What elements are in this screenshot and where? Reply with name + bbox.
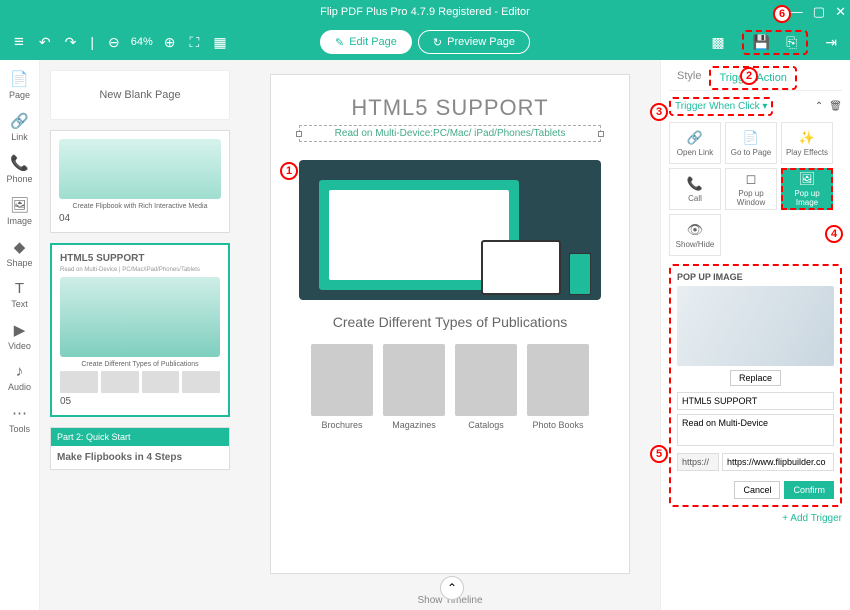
preview-page-button[interactable]: ↻Preview Page xyxy=(418,30,530,54)
trigger-when-select[interactable]: Trigger When Click ▾ xyxy=(669,97,773,116)
annotation-2: 2 xyxy=(740,67,758,85)
selected-text-element[interactable]: Read on Multi-Device:PC/Mac/ iPad/Phones… xyxy=(299,125,601,142)
save-icon[interactable]: 💾 xyxy=(750,34,773,51)
toolbar: ≡ ↶ ↷ | ⊖ 64% ⊕ ⛶ ▦ ✎Edit Page ↻Preview … xyxy=(0,24,850,60)
pub-brochures[interactable]: Brochures xyxy=(311,344,373,430)
redo-icon[interactable]: ↷ xyxy=(62,34,80,51)
right-panel: Style Trigger Action Trigger When Click … xyxy=(660,60,850,610)
exit-icon[interactable]: ⇥ xyxy=(822,34,840,51)
left-toolbar: 📄Page 🔗Link 📞Phone 🖼Image ◆Shape TText ▶Video ♪… xyxy=(0,60,40,610)
grid-icon[interactable]: ▦ xyxy=(210,34,229,51)
thumb-05[interactable]: HTML5 SUPPORT Read on Multi-Device | PC/… xyxy=(50,243,230,417)
tool-audio[interactable]: ♪Audio xyxy=(8,363,31,392)
tool-shape[interactable]: ◆Shape xyxy=(6,238,32,268)
action-show/hide[interactable]: 👁Show/Hide xyxy=(669,214,721,256)
tool-phone[interactable]: 📞Phone xyxy=(6,154,32,184)
tool-video[interactable]: ▶Video xyxy=(8,321,31,351)
fit-icon[interactable]: ⛶ xyxy=(187,34,203,51)
tool-page[interactable]: 📄Page xyxy=(9,70,30,100)
app-title: Flip PDF Plus Pro 4.7.9 Registered - Edi… xyxy=(320,6,530,18)
zoom-level[interactable]: 64% xyxy=(131,36,153,48)
annotation-4: 4 xyxy=(825,225,843,243)
maximize-icon[interactable]: ▢ xyxy=(813,4,825,20)
canvas[interactable]: HTML5 SUPPORT Read on Multi-Device:PC/Ma… xyxy=(240,60,660,610)
confirm-button[interactable]: Confirm xyxy=(784,481,834,499)
tab-style[interactable]: Style xyxy=(669,66,709,90)
cancel-button[interactable]: Cancel xyxy=(734,481,780,499)
popup-image-section: POP UP IMAGE Replace Cancel Confirm xyxy=(669,264,842,507)
protocol-input[interactable] xyxy=(677,453,719,471)
add-trigger-button[interactable]: + Add Trigger xyxy=(669,513,842,524)
popup-desc-input[interactable] xyxy=(677,414,834,446)
action-pop-up-window[interactable]: ◻Pop up Window xyxy=(725,168,777,210)
url-input[interactable] xyxy=(722,453,834,471)
zoom-in-icon[interactable]: ⊕ xyxy=(161,34,179,51)
qr-icon[interactable]: ▩ xyxy=(708,34,727,51)
thumb-quickstart[interactable]: Part 2: Quick Start Make Flipbooks in 4 … xyxy=(50,427,230,470)
zoom-out-icon[interactable]: ⊖ xyxy=(105,34,123,51)
annotation-6: 6 xyxy=(773,5,791,23)
menu-icon[interactable]: ≡ xyxy=(10,32,28,52)
pub-photo-books[interactable]: Photo Books xyxy=(527,344,589,430)
minimize-icon[interactable]: — xyxy=(790,4,803,20)
pub-magazines[interactable]: Magazines xyxy=(383,344,445,430)
popup-header: POP UP IMAGE xyxy=(677,272,834,282)
close-icon[interactable]: ✕ xyxy=(835,4,846,20)
edit-page-button[interactable]: ✎Edit Page xyxy=(320,30,412,54)
divider: | xyxy=(87,34,97,50)
pub-catalogs[interactable]: Catalogs xyxy=(455,344,517,430)
thumb-04[interactable]: Create Flipbook with Rich Interactive Me… xyxy=(50,130,230,233)
titlebar: Flip PDF Plus Pro 4.7.9 Registered - Edi… xyxy=(0,0,850,24)
new-blank-page[interactable]: New Blank Page xyxy=(50,70,230,120)
replace-button[interactable]: Replace xyxy=(730,370,781,386)
chevron-up-icon[interactable]: ⌃ xyxy=(815,101,823,112)
popup-image-preview[interactable] xyxy=(677,286,834,366)
thumbnail-column: New Blank Page Create Flipbook with Rich… xyxy=(40,60,240,610)
annotation-1: 1 xyxy=(280,162,298,180)
export-icon[interactable]: ⎘ xyxy=(783,34,800,51)
tool-image[interactable]: 🖼Image xyxy=(7,196,32,226)
section-title[interactable]: Create Different Types of Publications xyxy=(299,314,601,330)
action-open-link[interactable]: 🔗Open Link xyxy=(669,122,721,164)
tool-text[interactable]: TText xyxy=(11,280,28,309)
annotation-5: 5 xyxy=(650,445,668,463)
devices-graphic[interactable] xyxy=(299,160,601,300)
tool-tools[interactable]: ⋯Tools xyxy=(9,404,30,434)
popup-title-input[interactable] xyxy=(677,392,834,410)
action-go-to-page[interactable]: 📄Go to Page xyxy=(725,122,777,164)
annotation-3: 3 xyxy=(650,103,668,121)
save-group: 💾 ⎘ xyxy=(742,30,809,55)
page-heading[interactable]: HTML5 SUPPORT xyxy=(299,95,601,121)
action-pop-up-image[interactable]: 🖼Pop up Image xyxy=(781,168,833,210)
action-play-effects[interactable]: ✨Play Effects xyxy=(781,122,833,164)
scroll-up-button[interactable]: ⌃ xyxy=(440,576,464,600)
trash-icon[interactable]: 🗑 xyxy=(829,101,842,112)
tool-link[interactable]: 🔗Link xyxy=(10,112,29,142)
undo-icon[interactable]: ↶ xyxy=(36,34,54,51)
action-call[interactable]: 📞Call xyxy=(669,168,721,210)
page-content: HTML5 SUPPORT Read on Multi-Device:PC/Ma… xyxy=(270,74,630,574)
